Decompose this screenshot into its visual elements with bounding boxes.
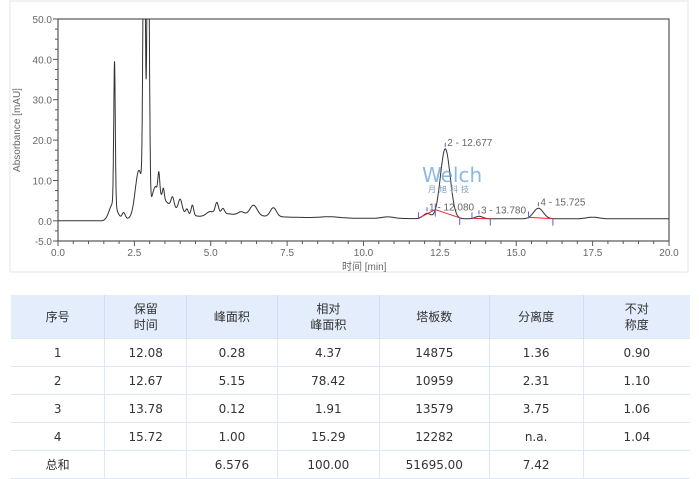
table-cell: 0.28: [187, 339, 278, 367]
column-header-text: 分离度: [518, 310, 554, 324]
table-row: 112.080.284.37148751.360.90: [11, 339, 690, 367]
column-header: 峰面积: [187, 295, 278, 339]
table-cell: 2.31: [489, 367, 583, 395]
table-cell: 51695.00: [379, 451, 489, 479]
column-header: 分离度: [489, 295, 583, 339]
table-cell: 2: [11, 367, 105, 395]
table-row: 415.721.0015.2912282n.a.1.04: [11, 423, 690, 451]
chromatogram-chart: 0.0 2.5 5.0 7.5 10.0 12.5 15.0 17.5 20.0 50.0 40.0…: [0, 0, 699, 290]
table-cell: 0.12: [187, 395, 278, 423]
peak-label: 3 - 13.780: [481, 205, 526, 216]
y-tick-label: 30.0: [33, 96, 53, 107]
table-cell: [105, 451, 187, 479]
table-header: 序号保留时间峰面积相对峰面积塔板数分离度不对称度: [11, 295, 690, 339]
table-cell: 1.91: [277, 395, 379, 423]
column-header-text: 相对: [316, 302, 340, 316]
table-cell: 12.67: [105, 367, 187, 395]
table-cell: 1.00: [187, 423, 278, 451]
table-cell: 1.06: [583, 395, 690, 423]
table-row: 总和 6.576100.0051695.007.42: [11, 451, 690, 479]
y-tick-label: 0.0: [38, 217, 52, 228]
column-header-text: 塔板数: [416, 310, 452, 324]
y-tick-label: 50.0: [33, 15, 53, 26]
table-cell: 0.90: [583, 339, 690, 367]
x-axis-label: 时间 [min]: [342, 260, 387, 273]
y-axis-label: Absorbance [mAU]: [12, 88, 23, 172]
y-tick-label: -5.0: [35, 237, 53, 248]
x-tick-label: 5.0: [204, 248, 218, 259]
table-cell: 总和: [11, 451, 105, 479]
table-cell: n.a.: [489, 423, 583, 451]
watermark-brand: Welch: [422, 163, 482, 187]
watermark-logo: Welch 月旭科技: [422, 163, 482, 194]
column-header-text: 称度: [625, 318, 649, 332]
peak-label: 2 - 12.677: [447, 138, 492, 149]
table-cell: 12.08: [105, 339, 187, 367]
peak-label: 1 - 12.080: [429, 202, 474, 213]
table-cell: 15.29: [277, 423, 379, 451]
column-header: 保留时间: [105, 295, 187, 339]
table-cell: 7.42: [489, 451, 583, 479]
trace: [58, 13, 669, 221]
column-header-text: 序号: [46, 310, 70, 324]
table-cell: 10959: [379, 367, 489, 395]
table-cell: 12282: [379, 423, 489, 451]
column-header: 相对峰面积: [277, 295, 379, 339]
peak-label: 4 - 15.725: [540, 197, 585, 208]
x-tick-label: 20.0: [659, 248, 679, 259]
table-cell: [583, 451, 690, 479]
table-cell: 15.72: [105, 423, 187, 451]
table-cell: 13579: [379, 395, 489, 423]
table-cell: 14875: [379, 339, 489, 367]
table-cell: 5.15: [187, 367, 278, 395]
table-cell: 3.75: [489, 395, 583, 423]
column-header-text: 峰面积: [214, 310, 250, 324]
table-cell: 13.78: [105, 395, 187, 423]
table-cell: 1: [11, 339, 105, 367]
axes: 0.0 2.5 5.0 7.5 10.0 12.5 15.0 17.5 20.0 50.0 40.0…: [33, 15, 680, 259]
table-cell: 100.00: [277, 451, 379, 479]
x-tick-label: 12.5: [430, 248, 450, 259]
table-cell: 3: [11, 395, 105, 423]
table-cell: 78.42: [277, 367, 379, 395]
column-header-text: 峰面积: [310, 318, 346, 332]
column-header: 塔板数: [379, 295, 489, 339]
table-cell: 1.10: [583, 367, 690, 395]
table-cell: 1.04: [583, 423, 690, 451]
x-tick-label: 15.0: [507, 248, 527, 259]
table-cell: 4.37: [277, 339, 379, 367]
peak-table: 序号保留时间峰面积相对峰面积塔板数分离度不对称度 112.080.284.371…: [11, 295, 690, 479]
table-row: 212.675.1578.42109592.311.10: [11, 367, 690, 395]
x-tick-label: 17.5: [583, 248, 603, 259]
column-header-text: 不对: [625, 302, 649, 316]
column-header-text: 保留: [134, 302, 158, 316]
x-tick-label: 2.5: [127, 248, 141, 259]
chromatogram-line: [58, 13, 669, 221]
x-tick-label: 0.0: [51, 248, 65, 259]
x-tick-label: 10.0: [354, 248, 374, 259]
y-tick-label: 10.0: [33, 176, 53, 187]
y-tick-label: 20.0: [33, 136, 53, 147]
x-tick-label: 7.5: [280, 248, 294, 259]
column-header: 序号: [11, 295, 105, 339]
y-tick-label: 40.0: [33, 55, 53, 66]
table-cell: 4: [11, 423, 105, 451]
table-row: 313.780.121.91135793.751.06: [11, 395, 690, 423]
column-header: 不对称度: [583, 295, 690, 339]
watermark-subtitle: 月旭科技: [428, 184, 472, 194]
column-header-text: 时间: [134, 318, 158, 332]
table-cell: 6.576: [187, 451, 278, 479]
table-cell: 1.36: [489, 339, 583, 367]
chart-border: [10, 1, 688, 272]
table-body: 112.080.284.37148751.360.90212.675.1578.…: [11, 339, 690, 479]
